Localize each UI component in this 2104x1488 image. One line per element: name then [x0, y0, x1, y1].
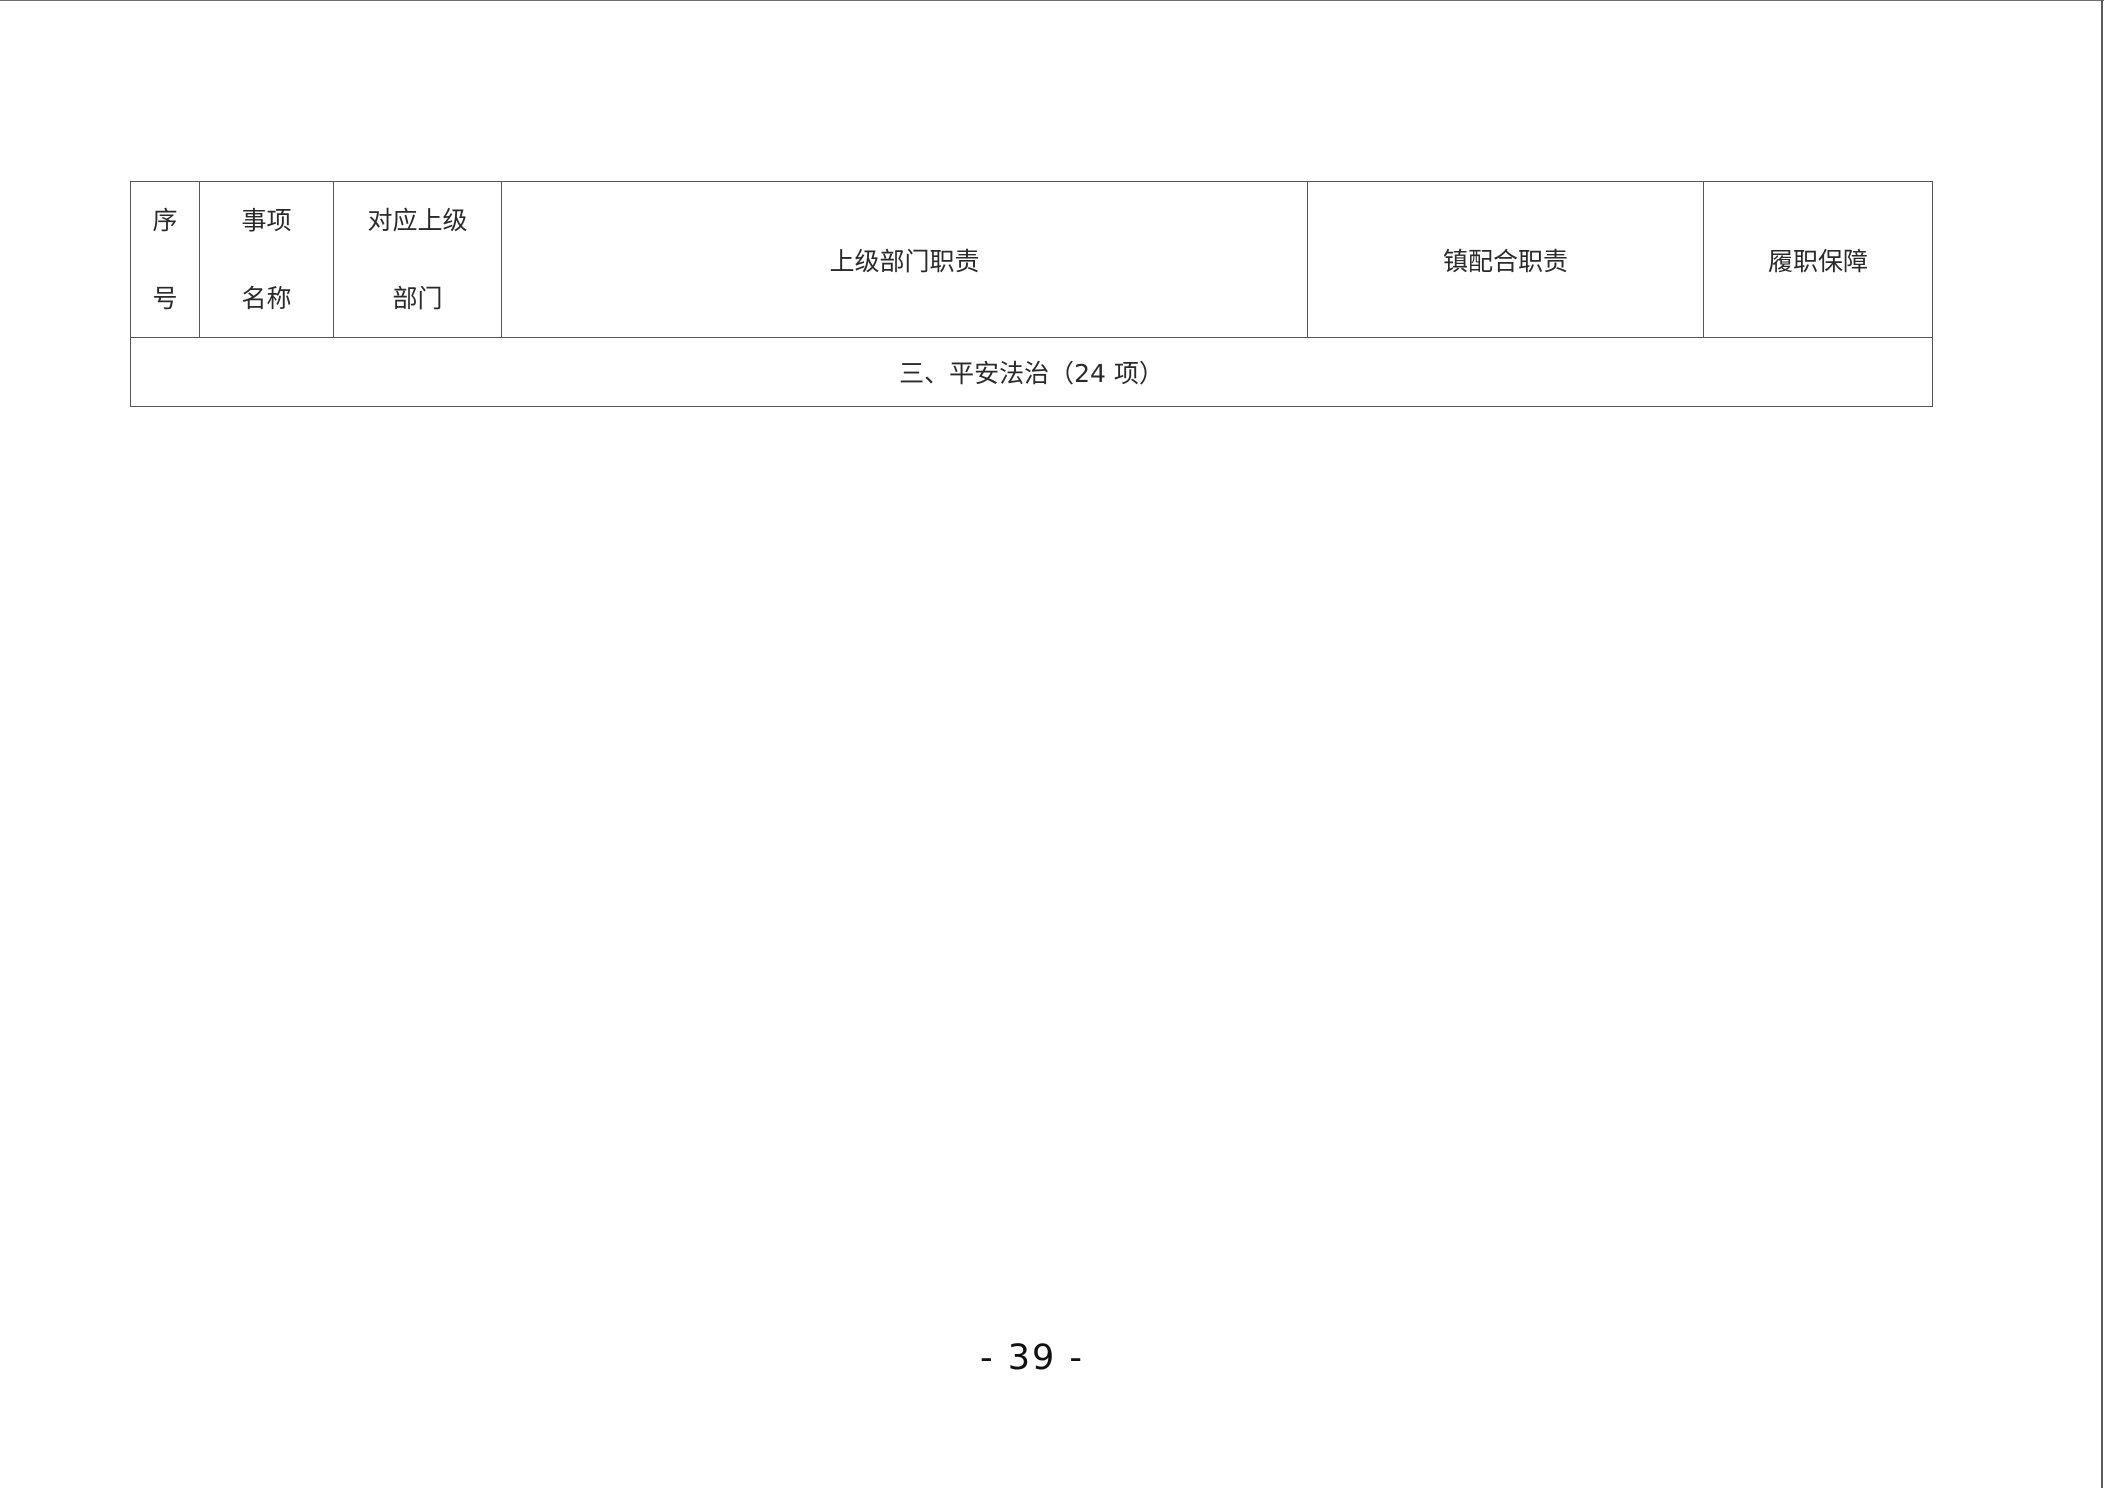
header-town-duty: 镇配合职责 — [1307, 181, 1704, 338]
header-upper-dept-line2: 部门 — [392, 283, 443, 313]
header-upper-dept: 对应上级 部门 — [333, 181, 502, 338]
header-item-name-line2: 名称 — [241, 283, 292, 313]
header-guarantee: 履职保障 — [1703, 181, 1933, 338]
page-right-edge — [2101, 0, 2103, 1488]
section-title: 三、平安法治（24 项） — [130, 337, 1933, 407]
page-number: - 39 - — [979, 1338, 1085, 1378]
header-seq: 序 号 — [130, 181, 200, 338]
header-upper-dept-line1: 对应上级 — [367, 205, 468, 235]
header-item-name-line1: 事项 — [241, 205, 292, 235]
header-seq-line2: 号 — [152, 283, 178, 313]
page-top-border — [0, 0, 2104, 1]
header-item-name: 事项 名称 — [199, 181, 334, 338]
table-section-row: 三、平安法治（24 项） — [130, 337, 1933, 407]
header-upper-duty: 上级部门职责 — [501, 181, 1308, 338]
duty-table: 序 号 事项 名称 对应上级 部门 上级部门职责 镇配合职责 履职保障 三、平安… — [130, 181, 1933, 407]
header-seq-line1: 序 — [152, 205, 178, 235]
table-header-row: 序 号 事项 名称 对应上级 部门 上级部门职责 镇配合职责 履职保障 — [130, 181, 1933, 338]
